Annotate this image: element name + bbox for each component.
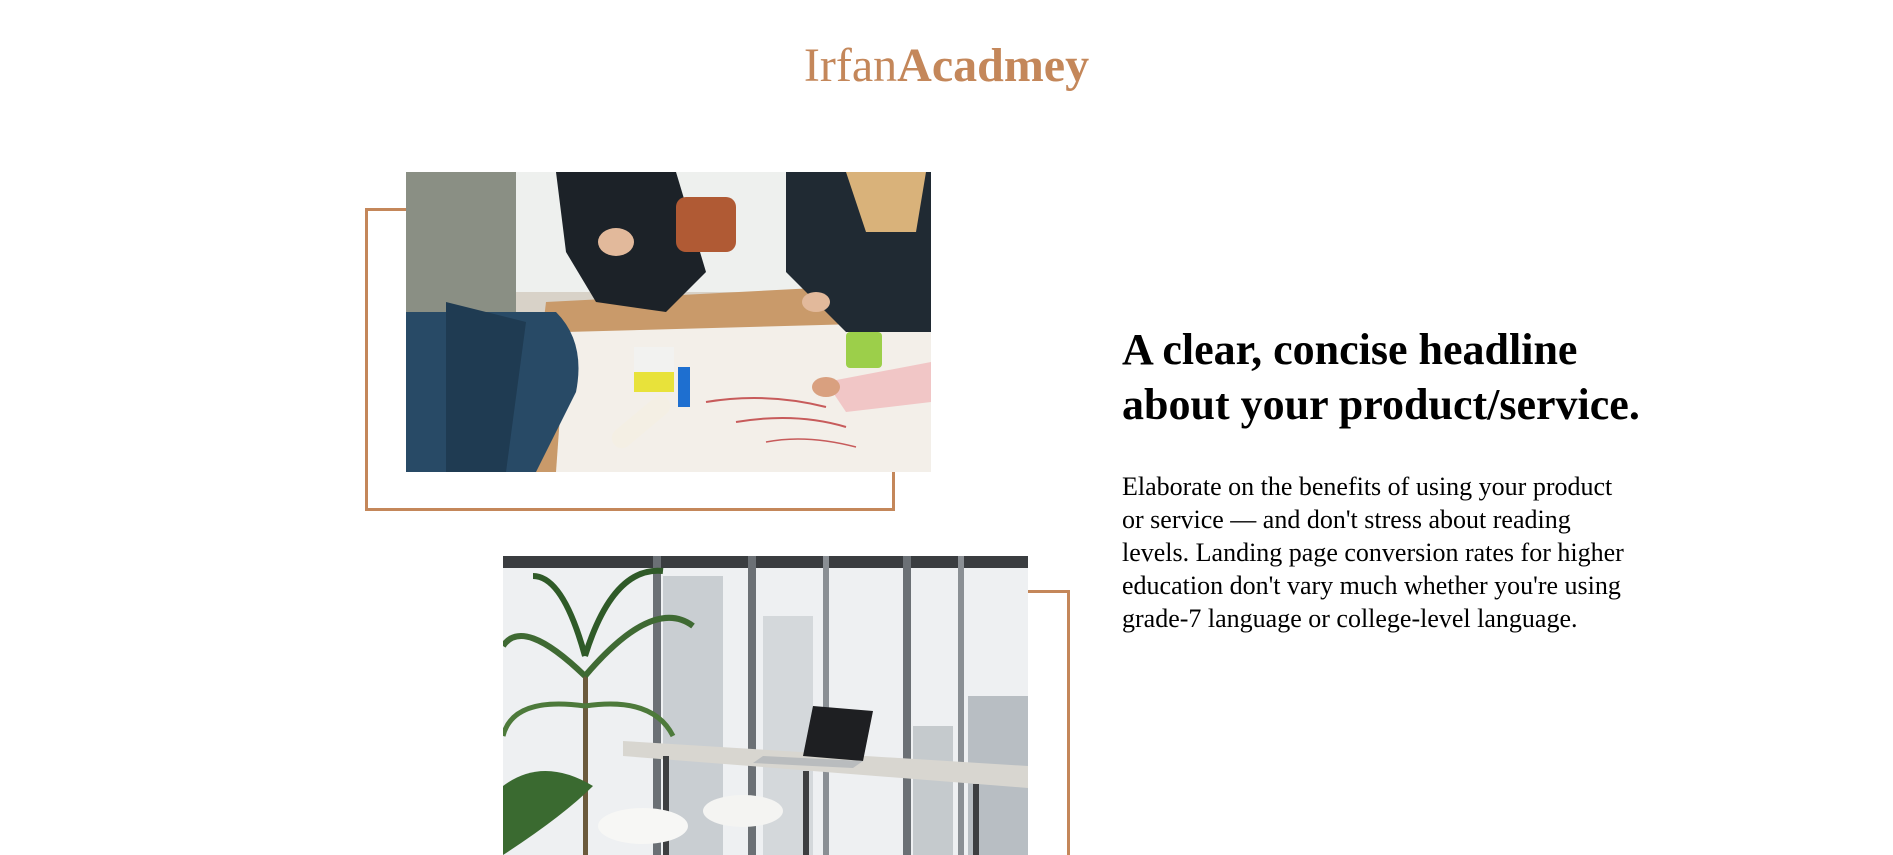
logo-text-bold: Acadmey: [897, 39, 1090, 92]
hero-headline: A clear, concise headline about your pro…: [1122, 325, 1640, 429]
logo-text-light: Irfan: [803, 39, 898, 92]
hero-content: A clear, concise headline about your pro…: [1122, 322, 1642, 635]
students-collaborating-photo: [406, 172, 931, 472]
hero-body-text: Elaborate on the benefits of using your …: [1122, 472, 1624, 633]
site-logo[interactable]: IrfanAcadmey: [0, 36, 1893, 96]
office-workspace-photo: [503, 556, 1028, 855]
